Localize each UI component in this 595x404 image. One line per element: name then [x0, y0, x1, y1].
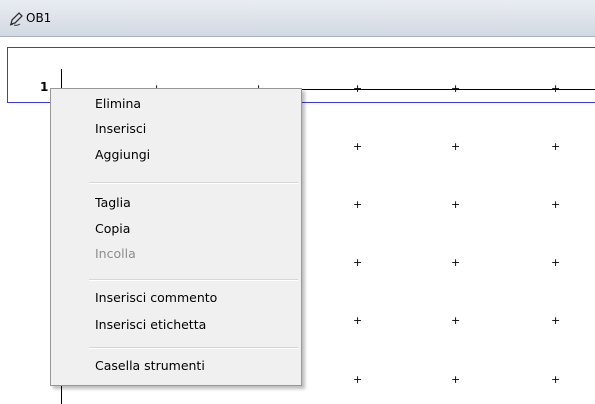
menu-item-taglia[interactable]: Taglia — [95, 193, 131, 213]
grid-marker: + — [451, 373, 461, 386]
menu-item-incolla[interactable]: Incolla — [95, 244, 136, 264]
grid-marker: + — [451, 140, 461, 153]
menu-item-elimina[interactable]: Elimina — [95, 94, 141, 114]
grid-marker: + — [353, 140, 363, 153]
menu-item-aggiungi[interactable]: Aggiungi — [95, 145, 150, 165]
grid-marker: + — [451, 256, 461, 269]
grid-marker: + — [451, 82, 461, 95]
menu-separator — [89, 182, 298, 184]
window-title: OB1 — [26, 11, 52, 25]
menu-item-copia[interactable]: Copia — [95, 219, 130, 239]
grid-marker: + — [353, 256, 363, 269]
menu-separator — [89, 279, 298, 281]
menu-item-inserisci-etichetta[interactable]: Inserisci etichetta — [95, 315, 206, 335]
grid-marker: + — [551, 256, 561, 269]
grid-marker: + — [551, 373, 561, 386]
editor-title-bar: OB1 — [0, 0, 595, 37]
menu-item-casella-strumenti[interactable]: Casella strumenti — [95, 356, 205, 376]
grid-marker: + — [451, 198, 461, 211]
menu-item-inserisci[interactable]: Inserisci — [95, 119, 146, 139]
grid-marker: + — [353, 198, 363, 211]
grid-marker: + — [551, 314, 561, 327]
grid-marker: + — [551, 82, 561, 95]
network-number: 1 — [40, 80, 49, 94]
pencil-icon — [9, 12, 23, 26]
grid-marker: + — [353, 82, 363, 95]
grid-marker: + — [451, 314, 461, 327]
menu-item-inserisci-commento[interactable]: Inserisci commento — [95, 288, 217, 308]
grid-marker: + — [353, 373, 363, 386]
context-menu: Elimina Inserisci Aggiungi Taglia Copia … — [50, 88, 302, 386]
grid-marker: + — [551, 140, 561, 153]
menu-separator — [89, 347, 298, 349]
grid-marker: + — [551, 198, 561, 211]
grid-marker: + — [353, 314, 363, 327]
